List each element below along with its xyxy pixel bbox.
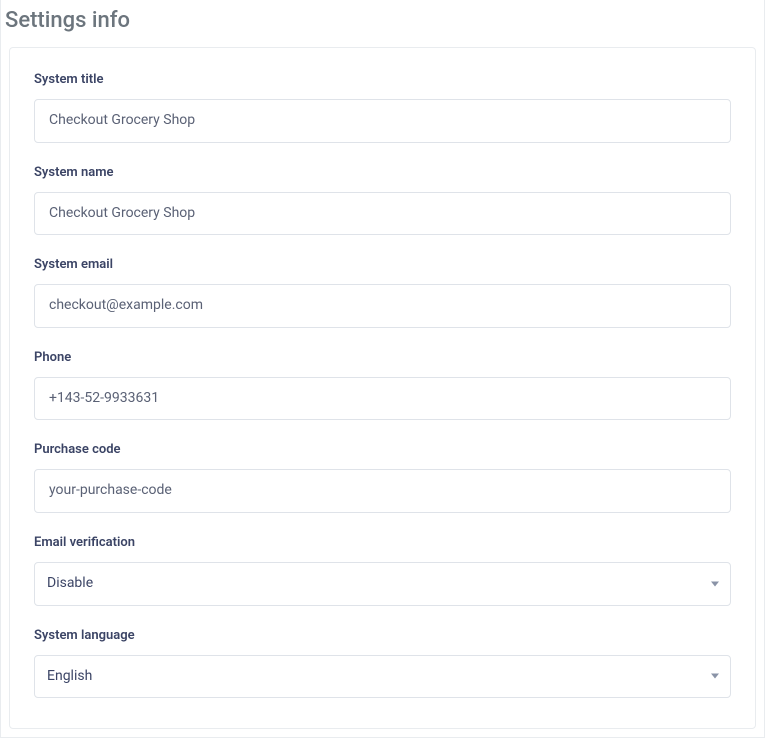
page-title: Settings info xyxy=(1,0,764,47)
system-name-input[interactable] xyxy=(34,192,731,236)
email-verification-select[interactable]: Disable xyxy=(34,562,731,606)
system-name-label: System name xyxy=(34,165,731,180)
email-verification-label: Email verification xyxy=(34,535,731,550)
purchase-code-group: Purchase code xyxy=(34,442,731,513)
settings-card: System title System name System email Ph… xyxy=(9,47,756,729)
system-title-label: System title xyxy=(34,72,731,87)
phone-group: Phone xyxy=(34,350,731,421)
system-language-group: System language English xyxy=(34,628,731,699)
phone-input[interactable] xyxy=(34,377,731,421)
purchase-code-input[interactable] xyxy=(34,469,731,513)
phone-label: Phone xyxy=(34,350,731,365)
system-email-input[interactable] xyxy=(34,284,731,328)
system-email-group: System email xyxy=(34,257,731,328)
email-verification-group: Email verification Disable xyxy=(34,535,731,606)
purchase-code-label: Purchase code xyxy=(34,442,731,457)
system-title-group: System title xyxy=(34,72,731,143)
system-language-select[interactable]: English xyxy=(34,655,731,699)
system-title-input[interactable] xyxy=(34,99,731,143)
system-name-group: System name xyxy=(34,165,731,236)
system-email-label: System email xyxy=(34,257,731,272)
system-language-label: System language xyxy=(34,628,731,643)
